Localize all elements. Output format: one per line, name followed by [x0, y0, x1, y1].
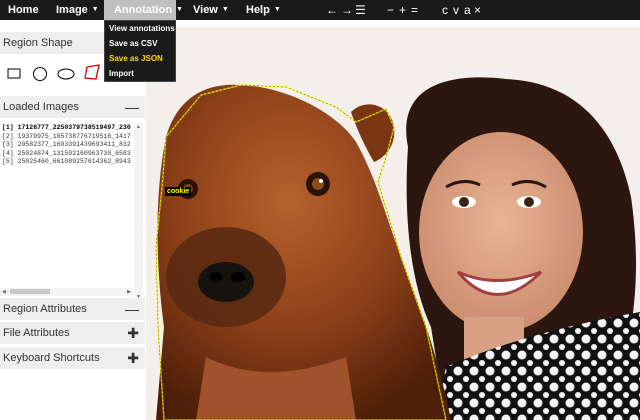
collapse-icon[interactable]: —: [125, 96, 139, 118]
chevron-down-icon: ▼: [221, 6, 229, 14]
chevron-down-icon: ▼: [91, 6, 99, 14]
prev-image-icon[interactable]: ←: [326, 0, 338, 20]
zoom-out-icon[interactable]: −: [387, 0, 394, 20]
region-attributes-header[interactable]: Region Attributes —: [0, 298, 145, 320]
file-attributes-header[interactable]: File Attributes ✚: [0, 322, 145, 344]
menu-import[interactable]: Import: [105, 66, 175, 81]
menu-view-annotations[interactable]: View annotations: [105, 21, 175, 36]
ellipse-icon[interactable]: [57, 67, 75, 81]
menu-help[interactable]: Help ▼: [242, 0, 285, 20]
zoom-reset-icon[interactable]: =: [411, 0, 418, 20]
circle-icon[interactable]: [32, 66, 48, 82]
delete-region-icon[interactable]: ×: [474, 0, 481, 20]
expand-icon[interactable]: ✚: [127, 347, 139, 369]
zoom-in-icon[interactable]: +: [399, 0, 406, 20]
image-list-item[interactable]: [2] 19379975_1057387767195­16_1417: [0, 133, 132, 142]
menu-save-csv[interactable]: Save as CSV: [105, 36, 175, 51]
chevron-down-icon: ▼: [176, 6, 183, 14]
chevron-down-icon: ▼: [273, 6, 281, 14]
menu-home[interactable]: Home: [4, 0, 43, 20]
image-list-item[interactable]: [4] 25024874_1315921609637­30_6583: [0, 150, 132, 159]
rectangle-icon[interactable]: [7, 68, 21, 80]
image-list-horizontal-scrollbar[interactable]: ◀ ▶: [0, 288, 133, 296]
copy-region-button[interactable]: c: [442, 0, 448, 20]
image-list: [1] 17126777_2250379738519497_230 [2] 19…: [0, 121, 145, 316]
polygon-icon[interactable]: [83, 64, 101, 82]
menu-annotation[interactable]: Annotation ▼: [104, 0, 183, 20]
annotated-photo: [146, 27, 640, 420]
annotation-dropdown-menu: View annotations Save as CSV Save as JSO…: [104, 20, 176, 82]
collapse-icon[interactable]: —: [125, 298, 139, 320]
loaded-images-header[interactable]: Loaded Images —: [0, 96, 145, 118]
image-list-item[interactable]: [1] 17126777_2250379738519497_230: [0, 124, 132, 133]
keyboard-shortcuts-header[interactable]: Keyboard Shortcuts ✚: [0, 347, 145, 369]
paste-region-button[interactable]: v: [453, 0, 459, 20]
list-icon[interactable]: ☰: [355, 0, 366, 20]
image-canvas[interactable]: [146, 27, 640, 420]
select-all-button[interactable]: a: [464, 0, 471, 20]
menu-image[interactable]: Image ▼: [52, 0, 103, 20]
image-list-item[interactable]: [5] 25025460_6610892576143­62_8943: [0, 158, 132, 167]
image-list-vertical-scrollbar[interactable]: ▲ ▼: [134, 123, 143, 301]
next-image-icon[interactable]: →: [341, 0, 353, 20]
image-list-item[interactable]: [3] 20582377_1603391439693411_832: [0, 141, 132, 150]
menu-save-json[interactable]: Save as JSON: [105, 51, 175, 66]
menu-view[interactable]: View ▼: [189, 0, 233, 20]
region-label: cookie: [165, 187, 192, 196]
expand-icon[interactable]: ✚: [127, 322, 139, 344]
menu-bar: Home Image ▼ Annotation ▼ View ▼ Help ▼ ← → …: [0, 0, 640, 20]
